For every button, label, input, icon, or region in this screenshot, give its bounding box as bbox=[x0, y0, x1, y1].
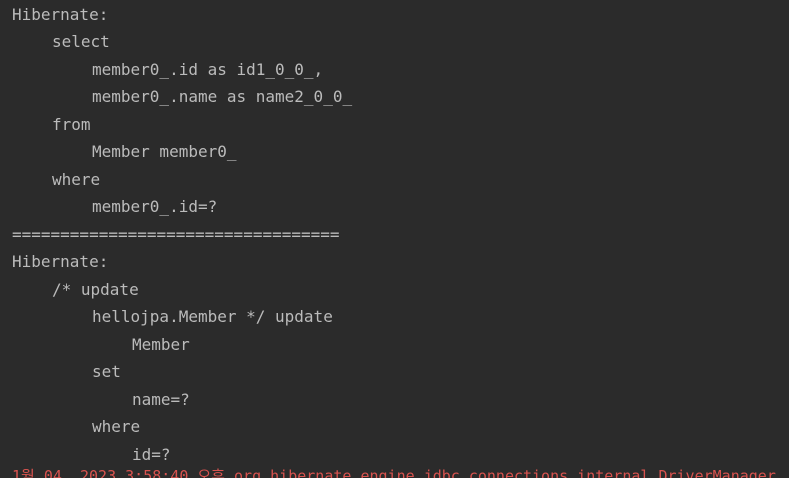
log-line: set bbox=[92, 362, 121, 381]
log-line: Member bbox=[132, 335, 190, 354]
log-line: id=? bbox=[132, 445, 171, 464]
log-line: where bbox=[52, 170, 101, 189]
log-line: member0_.name as name2_0_0_ bbox=[92, 87, 353, 106]
log-line: Member member0_ bbox=[92, 142, 237, 161]
log-line: /* update bbox=[52, 280, 139, 299]
log-line: Hibernate: bbox=[12, 252, 109, 271]
log-line: hellojpa.Member */ update bbox=[92, 307, 333, 326]
log-line: select bbox=[52, 32, 110, 51]
separator-line: ================================== bbox=[12, 225, 340, 244]
log-line: member0_.id=? bbox=[92, 197, 218, 216]
error-log-line: 1월 04, 2023 3:58:40 오후 org.hibernate.eng… bbox=[12, 467, 789, 478]
log-line: where bbox=[92, 417, 141, 436]
log-line: member0_.id as id1_0_0_, bbox=[92, 60, 324, 79]
log-line: name=? bbox=[132, 390, 190, 409]
log-line: from bbox=[52, 115, 91, 134]
log-line: Hibernate: bbox=[12, 5, 109, 24]
console-output: Hibernate: select member0_.id as id1_0_0… bbox=[0, 0, 789, 478]
